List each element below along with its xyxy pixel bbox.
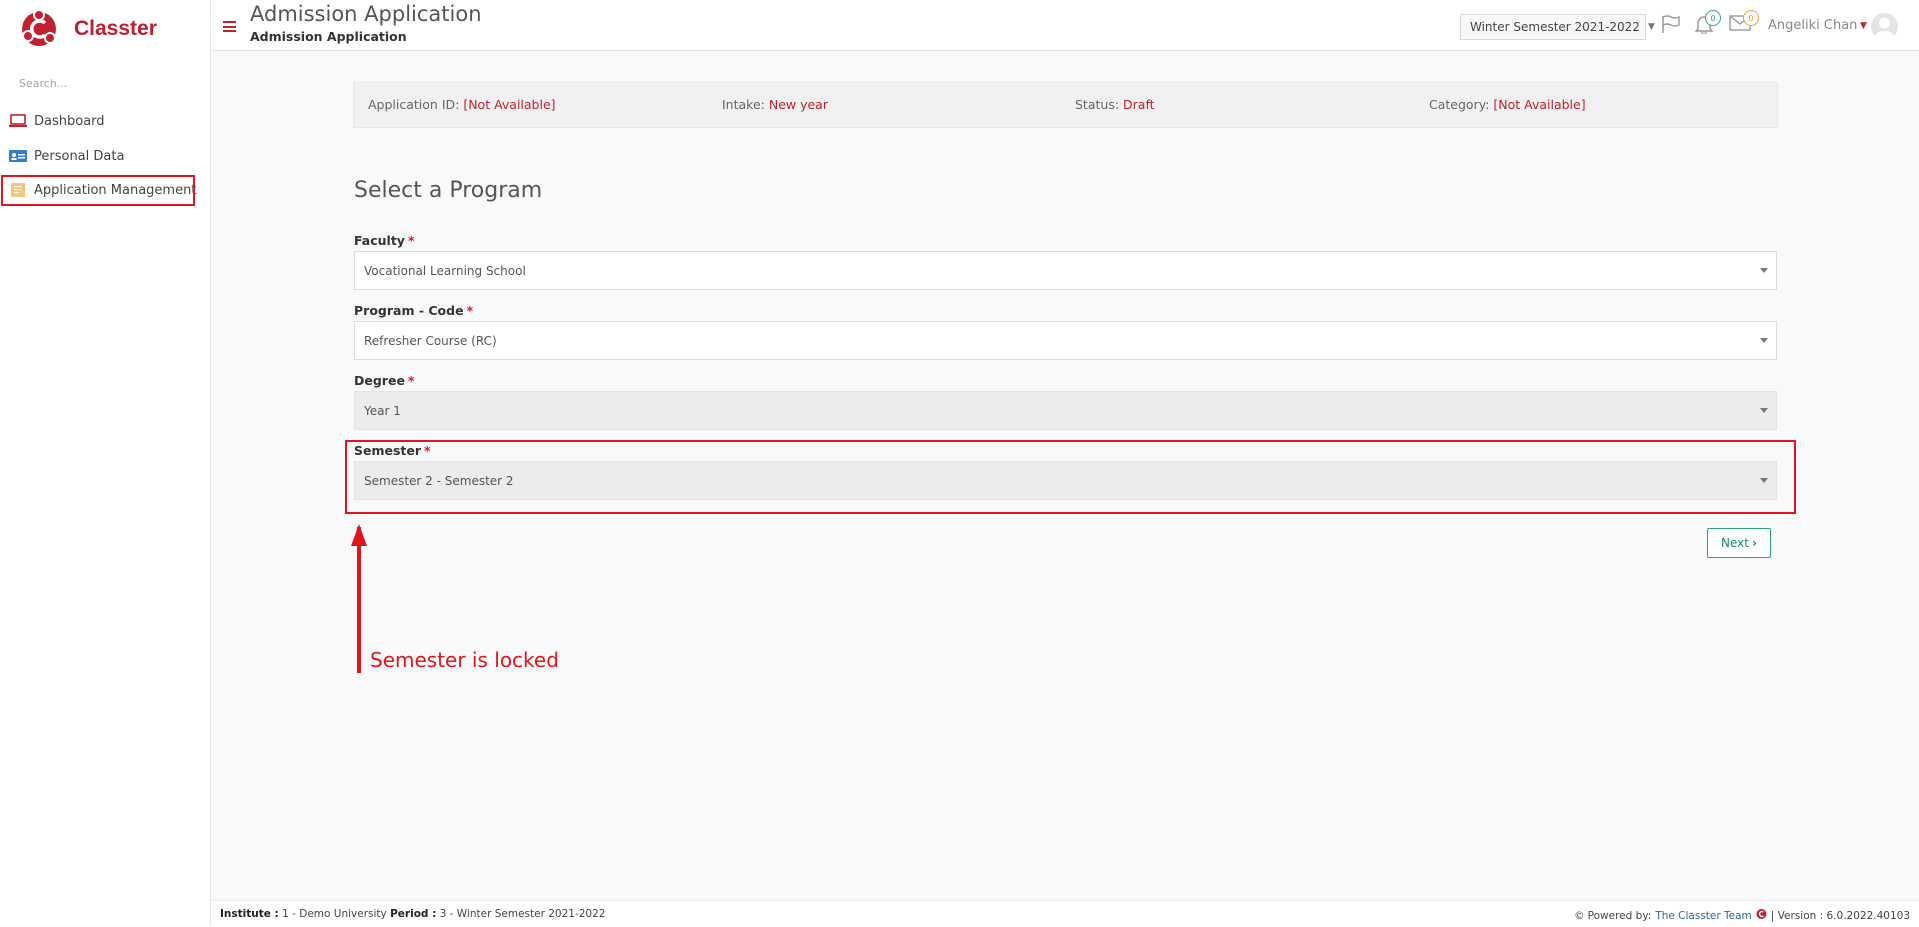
highlight-box — [345, 440, 1796, 514]
sidebar-item-personal-data[interactable]: Personal Data — [8, 145, 124, 167]
notifications-badge: 0 — [1705, 10, 1721, 26]
category-value: [Not Available] — [1493, 97, 1586, 112]
sidebar-item-dashboard[interactable]: Dashboard — [8, 110, 105, 132]
faculty-label: Faculty * — [354, 233, 415, 248]
program-select-value: Refresher Course (RC) — [364, 333, 497, 348]
flag-icon[interactable] — [1660, 14, 1680, 38]
caret-down-icon: ▼ — [1647, 22, 1655, 32]
user-name[interactable]: Angeliki Chan — [1768, 18, 1857, 33]
classter-team-link[interactable]: The Classter Team — [1655, 910, 1751, 922]
brand-name: Classter — [74, 17, 157, 40]
highlight-box — [1, 175, 195, 206]
caret-down-icon — [1760, 268, 1768, 273]
required-mark: * — [466, 303, 474, 318]
classter-logo-icon — [22, 9, 56, 46]
caret-down-icon — [1760, 338, 1768, 343]
sidebar: Classter Dashboard Personal Data Applica… — [0, 0, 211, 926]
envelope-icon[interactable]: 0 — [1729, 10, 1759, 36]
footer-credits: © Powered by: The Classter Team | Versio… — [1574, 908, 1910, 923]
status: Status: Draft — [1075, 97, 1155, 112]
annotation-arrow — [357, 527, 361, 673]
messages-badge: 0 — [1743, 10, 1759, 26]
footer: Institute : 1 - Demo University Period :… — [211, 900, 1919, 927]
sidebar-item-label: Dashboard — [34, 113, 105, 129]
required-mark: * — [407, 373, 415, 388]
avatar[interactable] — [1871, 13, 1898, 40]
copyright-icon: © — [1574, 909, 1585, 922]
intake: Intake: New year — [722, 97, 828, 112]
breadcrumb: Admission Application — [250, 29, 407, 44]
caret-down-icon — [1760, 408, 1768, 413]
period-select-value: Winter Semester 2021-2022 — [1470, 20, 1640, 34]
bell-icon[interactable]: 0 — [1694, 10, 1721, 38]
degree-select-value: Year 1 — [364, 403, 401, 418]
logo[interactable]: Classter — [20, 8, 157, 50]
status-value: Draft — [1123, 97, 1155, 112]
search-input[interactable] — [19, 74, 189, 92]
next-button-label: Next — [1721, 536, 1749, 550]
next-button[interactable]: Next › — [1707, 528, 1771, 558]
id-card-icon — [8, 148, 28, 164]
degree-label: Degree * — [354, 373, 415, 388]
footer-info: Institute : 1 - Demo University Period :… — [220, 908, 606, 920]
program-select[interactable]: Refresher Course (RC) — [354, 321, 1777, 360]
version-text: | Version : 6.0.2022.40103 — [1770, 909, 1910, 922]
category: Category: [Not Available] — [1429, 97, 1586, 112]
chevron-right-icon: › — [1752, 536, 1757, 550]
program-label: Program - Code * — [354, 303, 474, 318]
application-id: Application ID: [Not Available] — [368, 97, 556, 112]
page-title: Admission Application — [250, 2, 482, 26]
laptop-icon — [8, 113, 28, 129]
faculty-select-value: Vocational Learning School — [364, 263, 526, 278]
annotation-text: Semester is locked — [370, 648, 559, 672]
application-id-value: [Not Available] — [463, 97, 556, 112]
caret-down-icon[interactable]: ▼ — [1860, 21, 1867, 31]
faculty-select[interactable]: Vocational Learning School — [354, 251, 1777, 290]
application-info-bar: Application ID: [Not Available] Intake: … — [353, 82, 1778, 128]
classter-small-logo-icon — [1756, 908, 1767, 923]
sidebar-item-label: Personal Data — [34, 148, 125, 164]
form-title: Select a Program — [354, 178, 543, 203]
period-select[interactable]: Winter Semester 2021-2022 ▼ — [1460, 14, 1655, 40]
required-mark: * — [407, 233, 415, 248]
menu-icon[interactable] — [223, 21, 236, 32]
intake-value: New year — [768, 97, 828, 112]
degree-select: Year 1 — [354, 391, 1777, 430]
top-bar: Admission Application Admission Applicat… — [211, 0, 1919, 51]
